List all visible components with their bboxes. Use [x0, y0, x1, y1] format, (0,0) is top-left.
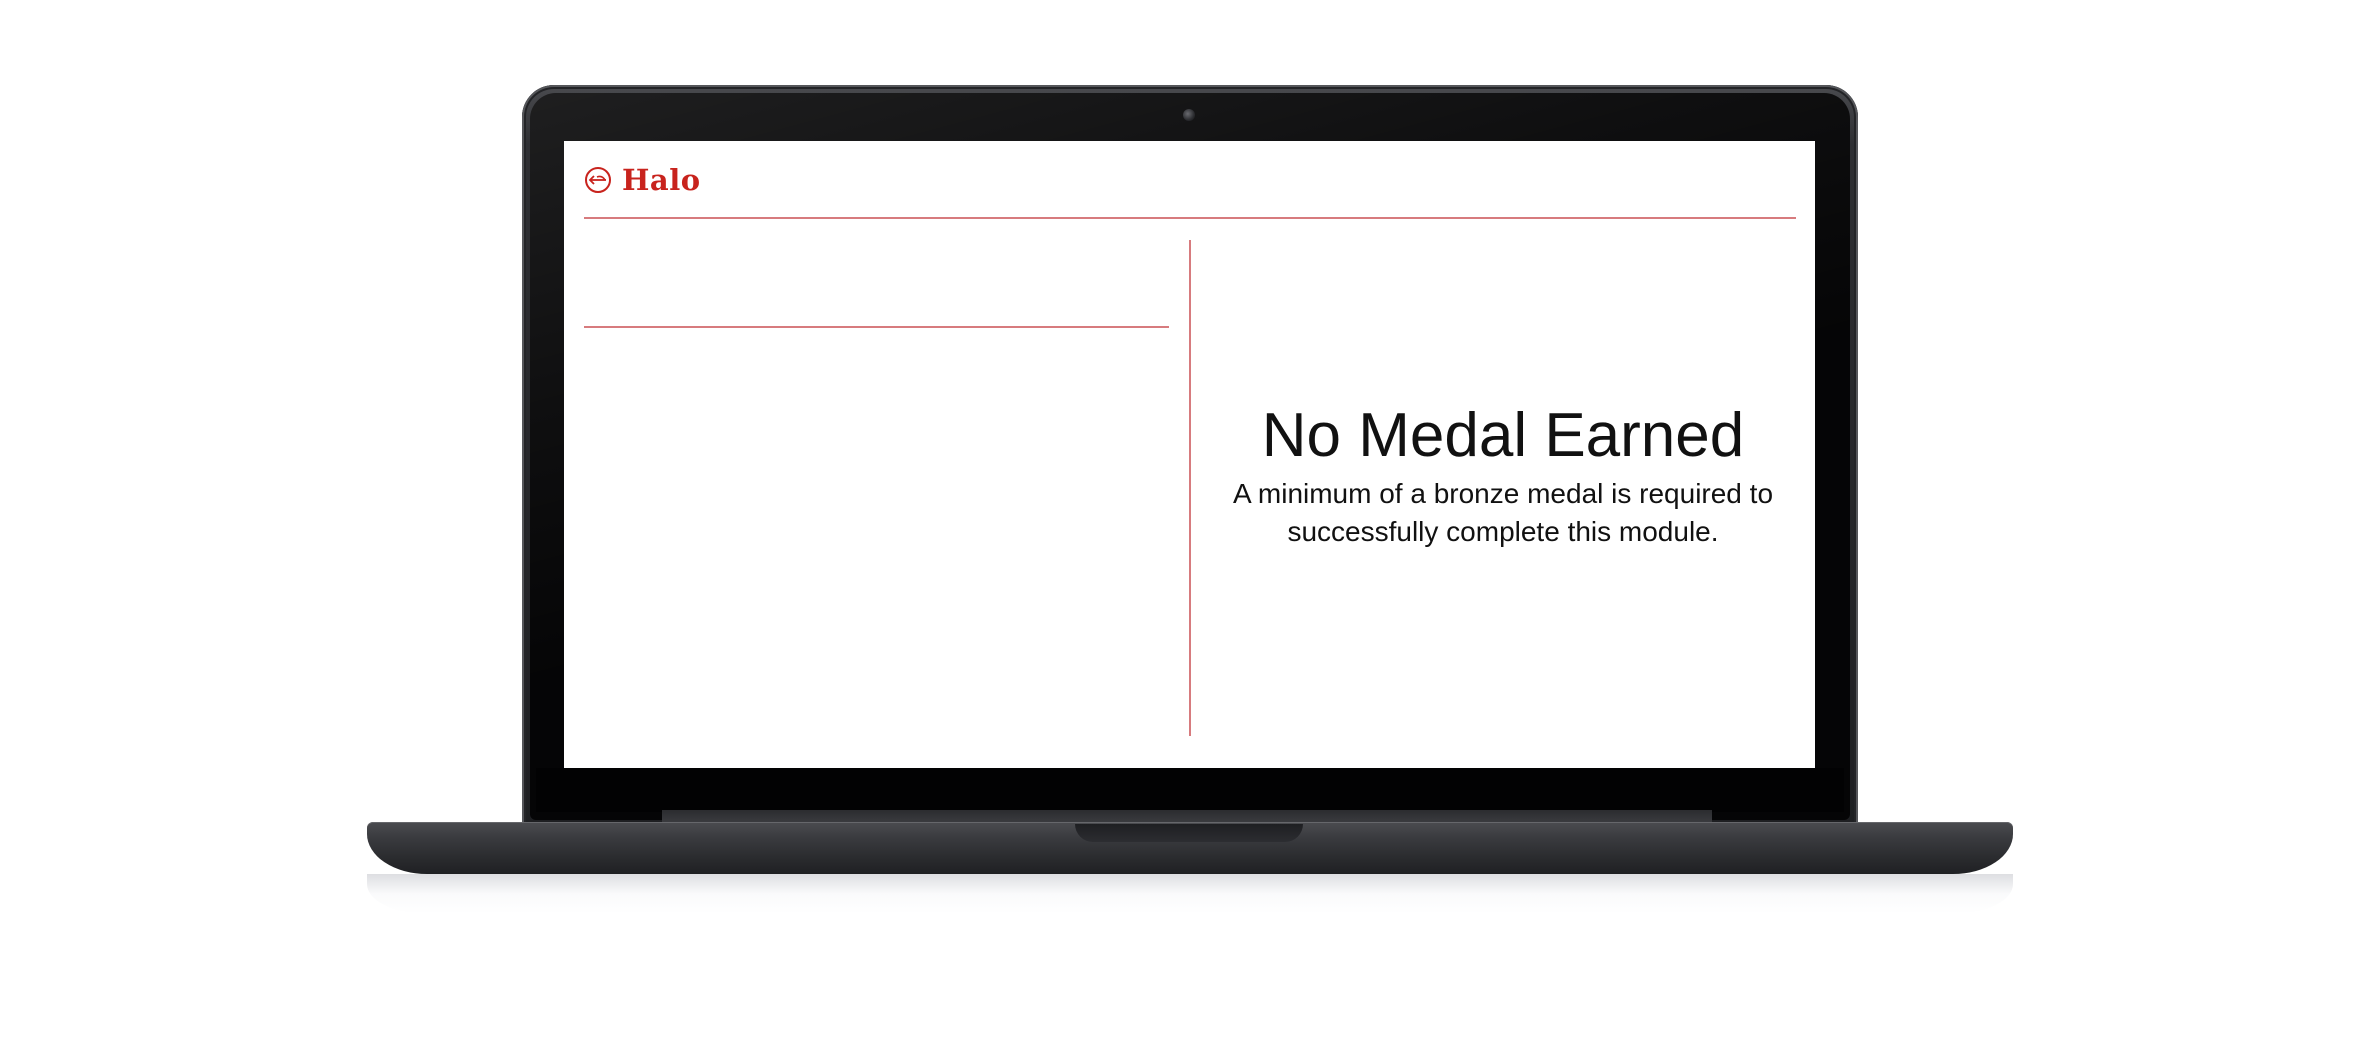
- app-screen: Halo No Medal Earned A minimum of a bron…: [564, 141, 1815, 768]
- left-panel-divider: [584, 326, 1169, 328]
- base-reflection: [367, 874, 2013, 914]
- lid-notch: [1075, 824, 1303, 842]
- app-header: Halo: [584, 141, 1796, 219]
- brand-name: Halo: [622, 163, 701, 197]
- result-message: A minimum of a bronze medal is required …: [1232, 478, 1774, 547]
- laptop-mockup: Halo No Medal Earned A minimum of a bron…: [0, 0, 2371, 1057]
- brand-logo: Halo: [584, 163, 701, 197]
- halo-logo-icon: [584, 166, 612, 194]
- camera-icon: [1183, 109, 1195, 121]
- result-title: No Medal Earned: [1261, 401, 1745, 470]
- left-panel: [584, 219, 1169, 749]
- bezel-bottom: [536, 768, 1844, 812]
